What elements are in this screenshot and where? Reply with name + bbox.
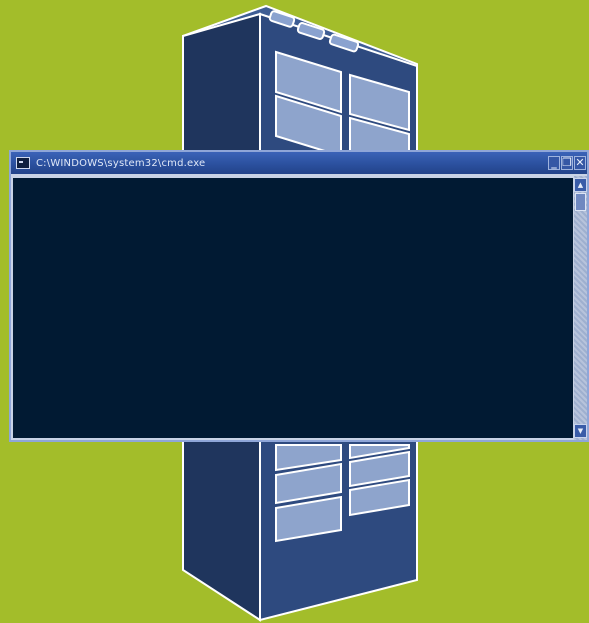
scroll-thumb[interactable] bbox=[575, 193, 586, 211]
scroll-up-button[interactable]: ▲ bbox=[574, 178, 587, 192]
console-output-area[interactable] bbox=[13, 178, 573, 438]
minimize-button[interactable]: _ bbox=[548, 156, 560, 170]
console-app-icon bbox=[16, 157, 30, 169]
vertical-scrollbar[interactable]: ▲ ▼ bbox=[574, 176, 587, 440]
maximize-button[interactable]: ❐ bbox=[561, 156, 573, 170]
window-controls: _ ❐ ✕ bbox=[547, 156, 586, 170]
title-bar[interactable]: C:\WINDOWS\system32\cmd.exe _ ❐ ✕ bbox=[11, 152, 587, 174]
window-title: C:\WINDOWS\system32\cmd.exe bbox=[36, 157, 206, 169]
console-window[interactable]: C:\WINDOWS\system32\cmd.exe _ ❐ ✕ ▲ ▼ bbox=[9, 150, 589, 442]
close-button[interactable]: ✕ bbox=[574, 156, 586, 170]
scroll-down-button[interactable]: ▼ bbox=[574, 424, 587, 438]
